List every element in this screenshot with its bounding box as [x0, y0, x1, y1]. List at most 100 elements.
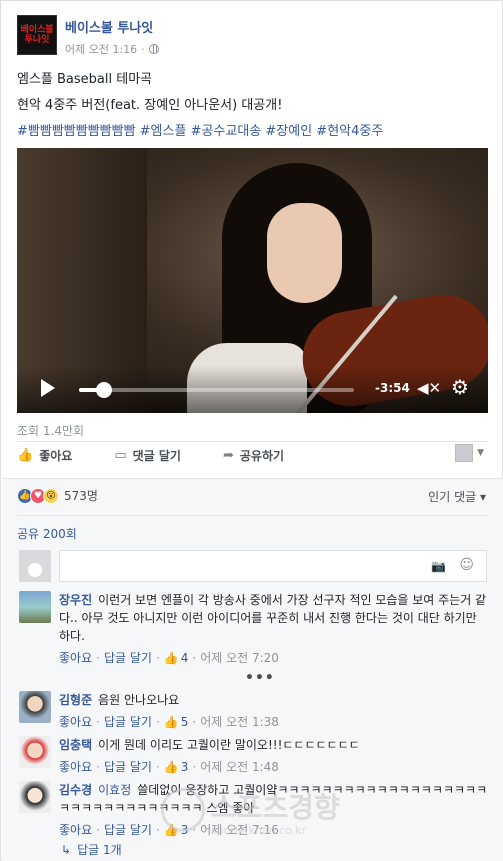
comment-input[interactable]: 📷 ☺ [59, 550, 487, 582]
post-header: 베이스볼 투나잇 베이스볼 투나잇 어제 오전 1:16 · [17, 15, 159, 59]
facebook-post-card: 베이스볼 투나잇 베이스볼 투나잇 어제 오전 1:16 · 엠스플 Baseb… [0, 0, 503, 861]
comment-text-block: 임충택 이게 뭔데 이리도 고퀄이란 말이오!!!ㄷㄷㄷㄷㄷㄷㄷ [59, 736, 489, 754]
avatar[interactable] [19, 736, 51, 768]
comment-item: 임충택 이게 뭔데 이리도 고퀄이란 말이오!!!ㄷㄷㄷㄷㄷㄷㄷ 좋아요 · 답글 … [19, 736, 489, 776]
camera-icon[interactable]: 📷 [431, 559, 446, 573]
comment-reply-link[interactable]: 답글 달기 [104, 713, 152, 731]
comment-text: 음원 안나오나요 [98, 693, 180, 707]
mute-icon[interactable]: ◀✕ [417, 379, 441, 397]
watermark-main-text: 스포츠경향 [211, 791, 340, 824]
post-line-1: 엠스플 Baseball 테마곡 [17, 72, 153, 87]
reply-arrow-icon: ↳ [61, 842, 72, 857]
comment-like-count[interactable]: 4 [181, 649, 189, 667]
comment-like-count[interactable]: 5 [181, 713, 189, 731]
logo-text-top: 베이스볼 [20, 25, 54, 35]
comment-sort-dropdown[interactable]: 인기 댓글 ▾ [428, 488, 486, 505]
post-timestamp[interactable]: 어제 오전 1:16 [65, 41, 137, 57]
comment-like-link[interactable]: 좋아요 [59, 821, 92, 839]
watermark-emblem [161, 788, 205, 832]
comment-like-count[interactable]: 3 [181, 758, 189, 776]
meta-separator: · [155, 760, 160, 774]
reaction-summary[interactable]: 👍 ♥ 😮 573명 [17, 487, 98, 504]
meta-separator: · [96, 715, 100, 729]
meta-separator: · [141, 42, 145, 56]
watermark-sub-text: sports.khan.co.kr [211, 824, 307, 837]
comment-like-link[interactable]: 좋아요 [59, 758, 92, 776]
commenter-name[interactable]: 김형준 [59, 693, 92, 707]
comment-like-link[interactable]: 좋아요 [59, 713, 92, 731]
video-figure-face [267, 203, 342, 303]
comment-like-link[interactable]: 좋아요 [59, 649, 92, 667]
comment-time[interactable]: 어제 오전 1:38 [200, 713, 279, 731]
divider [17, 515, 488, 516]
comment-reply-link[interactable]: 답글 달기 [104, 758, 152, 776]
logo-text-bottom: 투나잇 [24, 35, 50, 45]
thumbs-up-icon: 👍 [163, 760, 179, 774]
time-remaining: -3:54 [375, 381, 410, 395]
progress-bar[interactable] [79, 382, 354, 398]
share-as-selector[interactable]: ▼ [455, 444, 484, 462]
like-button[interactable]: 👍 좋아요 [17, 447, 72, 464]
comment-reply-link[interactable]: 답글 달기 [104, 821, 152, 839]
comment-meta: 좋아요 · 답글 달기 · 👍 3 · 어제 오전 1:48 [59, 758, 489, 776]
meta-separator: · [192, 715, 197, 729]
comment-time[interactable]: 어제 오전 7:20 [200, 649, 279, 667]
video-player[interactable]: -3:54 ◀✕ ⚙ [17, 148, 488, 413]
avatar [19, 550, 51, 582]
view-count: 조회 1.4만회 [17, 424, 85, 438]
reaction-count: 573명 [64, 489, 98, 503]
thumbs-up-icon: 👍 [163, 715, 179, 729]
comment-composer: 📷 ☺ [19, 550, 487, 582]
video-controls: -3:54 ◀✕ ⚙ [17, 365, 488, 413]
meta-separator: · [155, 651, 160, 665]
progress-handle[interactable] [95, 382, 112, 398]
comment-text-block: 김형준 음원 안나오나요 [59, 691, 489, 709]
comment-time[interactable]: 어제 오전 1:48 [200, 758, 279, 776]
meta-separator: · [96, 651, 100, 665]
comment-item: 김형준 음원 안나오나요 좋아요 · 답글 달기 · 👍 5 · 어제 오전 1:38 [19, 691, 489, 731]
globe-icon [148, 44, 159, 54]
share-label: 공유하기 [239, 449, 285, 463]
post-line-2: 현악 4중주 버전(feat. 장예인 아나운서) 대공개! [17, 98, 283, 113]
avatar [455, 444, 474, 462]
meta-separator: · [192, 760, 197, 774]
avatar[interactable] [19, 591, 51, 623]
avatar[interactable] [19, 781, 51, 813]
comment-meta: 좋아요 · 답글 달기 · 👍 5 · 어제 오전 1:38 [59, 713, 489, 731]
comment-icon: ▭ [114, 448, 127, 463]
post-body: 엠스플 Baseball 테마곡 현악 4중주 버전(feat. 장예인 아나운… [17, 67, 487, 145]
more-comments-dots[interactable]: ••• [245, 670, 275, 686]
comment-text: 이런거 보면 엔플이 각 방송사 중에서 가장 선구자 적인 모습을 보여 주는… [59, 593, 487, 643]
comment-meta: 좋아요 · 답글 달기 · 👍 4 · 어제 오전 7:20 [59, 649, 489, 667]
wow-reaction-icon: 😮 [43, 487, 59, 504]
like-label: 좋아요 [39, 449, 73, 463]
share-count-link[interactable]: 공유 200회 [17, 525, 77, 542]
page-name-link[interactable]: 베이스볼 투나잇 [65, 17, 159, 36]
commenter-name[interactable]: 임충택 [59, 738, 92, 752]
avatar[interactable] [19, 691, 51, 723]
share-button[interactable]: ➦ 공유하기 [223, 447, 284, 464]
meta-separator: · [192, 651, 197, 665]
commenter-name[interactable]: 장우진 [59, 593, 92, 607]
comment-reply-link[interactable]: 답글 달기 [104, 649, 152, 667]
view-replies-link[interactable]: ↳ 답글 1개 [61, 841, 122, 858]
post-hashtags[interactable]: #빰빰빰빰빰빰빰빰빰 #엠스플 #공수교대송 #장예인 #현악4중주 [17, 119, 487, 145]
watermark: 스포츠경향 sports.khan.co.kr [161, 786, 361, 846]
meta-separator: · [155, 715, 160, 729]
comment-label: 댓글 달기 [132, 449, 181, 463]
share-arrow-icon: ➦ [222, 448, 234, 463]
gear-icon[interactable]: ⚙ [451, 375, 469, 399]
post-action-bar: 👍 좋아요 ▭ 댓글 달기 ➦ 공유하기 [17, 447, 488, 464]
comment-button[interactable]: ▭ 댓글 달기 [114, 447, 181, 464]
emoji-icon[interactable]: ☺ [459, 557, 474, 573]
play-icon[interactable] [41, 379, 55, 397]
meta-separator: · [96, 823, 100, 837]
page-logo[interactable]: 베이스볼 투나잇 [17, 15, 57, 55]
comment-text: 이게 뭔데 이리도 고퀄이란 말이오!!!ㄷㄷㄷㄷㄷㄷㄷ [98, 738, 360, 752]
thumbs-up-icon: 👍 [163, 651, 179, 665]
meta-separator: · [96, 760, 100, 774]
commenter-name[interactable]: 김수경 [59, 783, 92, 797]
comment-text-block: 장우진 이런거 보면 엔플이 각 방송사 중에서 가장 선구자 적인 모습을 보여… [59, 591, 489, 645]
comment-item: 장우진 이런거 보면 엔플이 각 방송사 중에서 가장 선구자 적인 모습을 보여… [19, 591, 489, 667]
tagged-user[interactable]: 이효정 [98, 783, 131, 797]
